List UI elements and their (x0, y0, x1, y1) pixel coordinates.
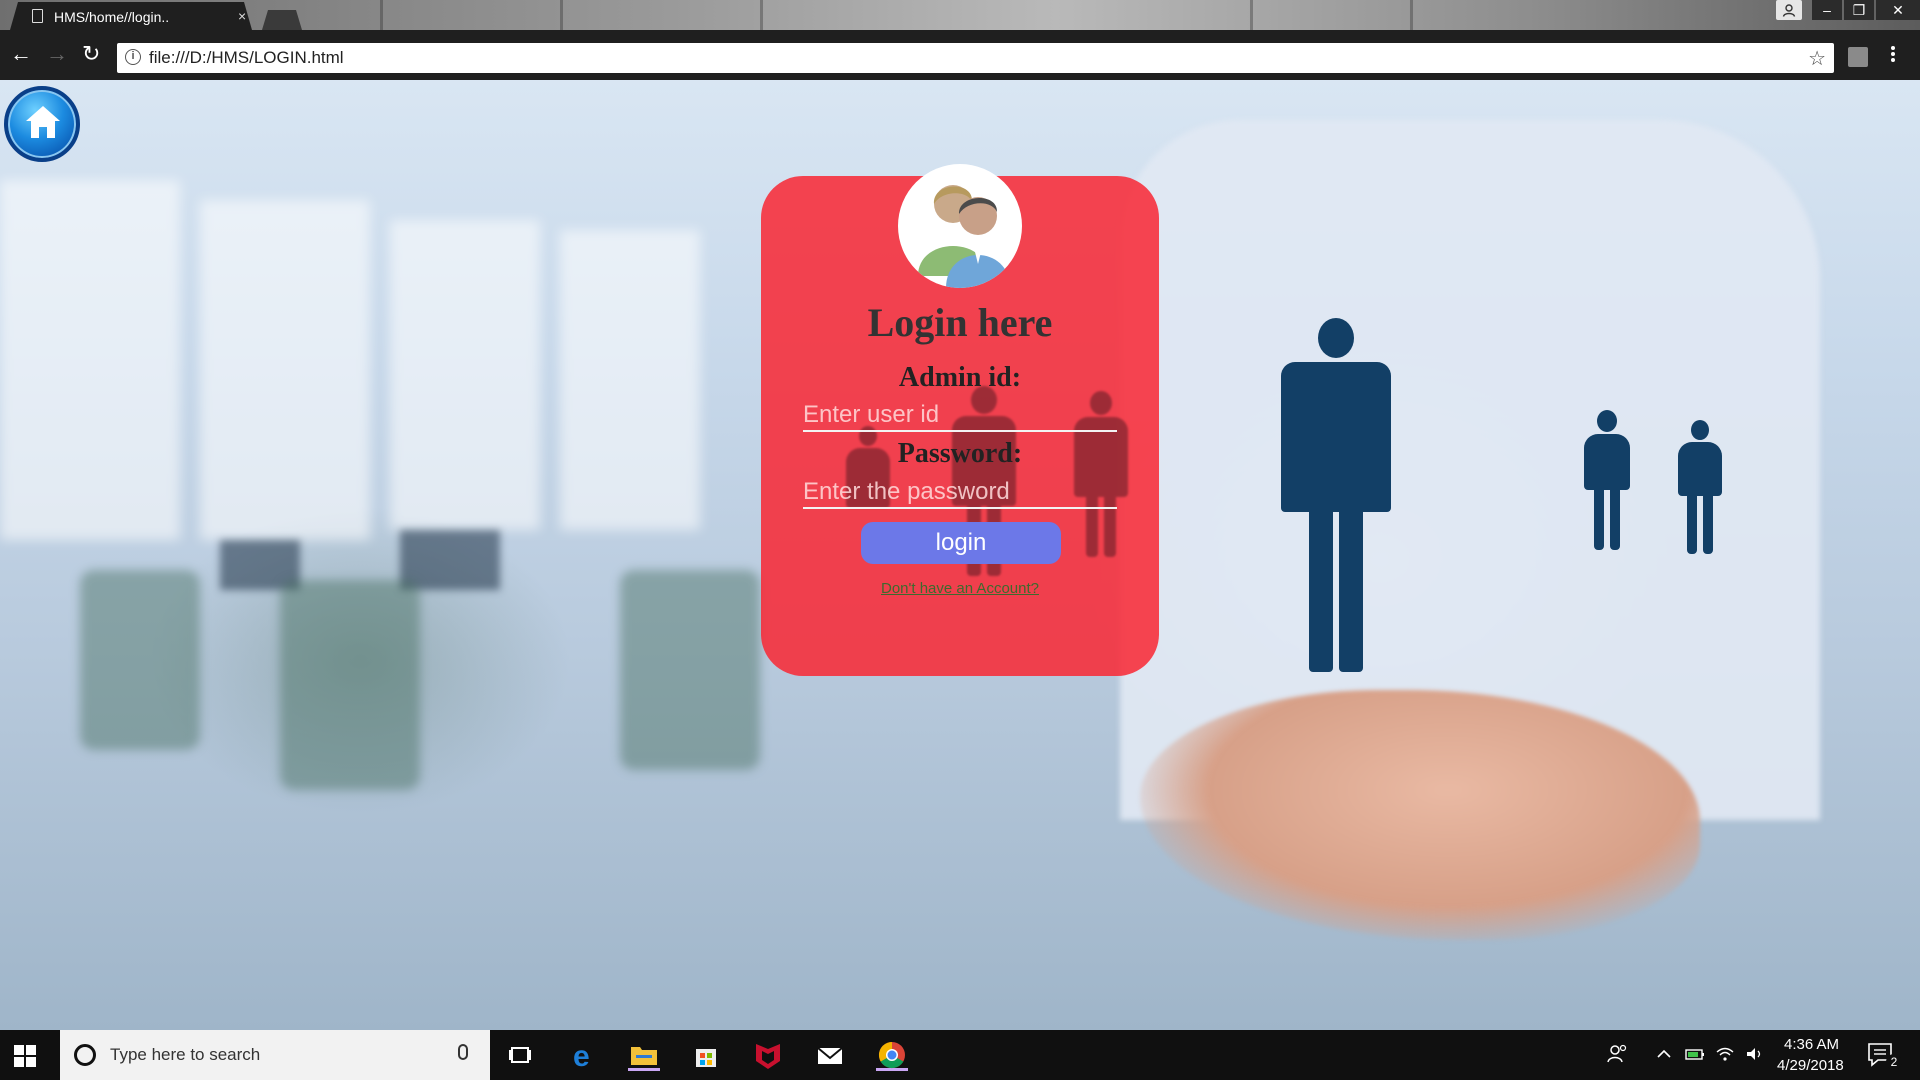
wifi-icon[interactable] (1714, 1044, 1746, 1076)
admin-id-label: Admin id: (898, 362, 1022, 393)
forward-arrow-icon[interactable]: → (46, 41, 68, 67)
page-icon (32, 9, 43, 23)
bookmark-star-icon[interactable]: ☆ (1808, 46, 1826, 71)
background-chair (620, 570, 760, 770)
tab-close-icon[interactable]: × (238, 8, 246, 24)
new-tab-button[interactable] (262, 10, 302, 30)
microphone-icon[interactable] (458, 1044, 468, 1060)
file-explorer-icon[interactable] (628, 1039, 660, 1071)
background-window (560, 230, 700, 530)
user-id-input[interactable] (803, 400, 1117, 432)
person-figure-icon (1276, 318, 1396, 672)
taskbar-search[interactable]: Type here to search (60, 1030, 490, 1080)
notification-count: 2 (1886, 1054, 1902, 1070)
windows-start-icon[interactable] (14, 1045, 36, 1067)
background-decoration (760, 0, 763, 30)
close-window-button[interactable]: ✕ (1876, 0, 1920, 20)
minimize-button[interactable]: – (1812, 0, 1842, 20)
background-decoration (380, 0, 383, 30)
extension-icon[interactable] (1848, 47, 1868, 67)
login-title: Login here (867, 300, 1053, 345)
person-figure-icon (1582, 410, 1632, 550)
profile-icon[interactable] (1776, 0, 1802, 20)
mail-icon[interactable] (814, 1039, 846, 1071)
background-decoration (1410, 0, 1413, 30)
background-chair (280, 580, 420, 790)
login-button[interactable]: login (861, 522, 1061, 564)
users-avatar-icon (898, 164, 1022, 288)
people-icon[interactable] (1606, 1042, 1638, 1074)
background-window (390, 220, 540, 530)
background-decoration (560, 0, 563, 30)
browser-toolbar: ← → ↻ i file:///D:/HMS/LOGIN.html ☆ (0, 30, 1920, 80)
address-bar[interactable]: i file:///D:/HMS/LOGIN.html ☆ (117, 43, 1834, 73)
address-url[interactable]: file:///D:/HMS/LOGIN.html (149, 48, 344, 68)
window-controls: – ❐ ✕ (1774, 0, 1920, 22)
browser-menu-icon[interactable] (1890, 44, 1896, 68)
browser-tab[interactable]: HMS/home//login.. × (10, 2, 252, 30)
volume-icon[interactable] (1744, 1044, 1776, 1076)
reload-icon[interactable]: ↻ (82, 41, 100, 67)
search-placeholder: Type here to search (110, 1045, 261, 1064)
maximize-button[interactable]: ❐ (1844, 0, 1874, 20)
svg-text:e: e (573, 1040, 590, 1071)
login-card: Login here Admin id: Password: login Don… (761, 164, 1159, 676)
chrome-icon[interactable] (876, 1039, 908, 1071)
action-center-icon[interactable]: 2 (1866, 1040, 1902, 1072)
password-label: Password: (897, 438, 1023, 469)
page-background: Login here Admin id: Password: login Don… (0, 80, 1920, 1030)
clock-time[interactable]: 4:36 AM (1784, 1036, 1839, 1053)
background-monitor (400, 530, 500, 590)
tab-title: HMS/home//login.. (54, 9, 170, 25)
home-icon (26, 106, 60, 138)
clock-date[interactable]: 4/29/2018 (1777, 1057, 1844, 1074)
person-figure-icon (1676, 420, 1724, 554)
task-view-icon[interactable] (504, 1039, 536, 1071)
edge-icon[interactable]: e (568, 1039, 600, 1073)
password-input[interactable] (803, 477, 1117, 509)
cortana-icon[interactable] (74, 1044, 96, 1066)
store-icon[interactable] (690, 1039, 722, 1071)
info-icon[interactable]: i (125, 49, 141, 65)
background-window (200, 200, 370, 540)
back-arrow-icon[interactable]: ← (10, 41, 32, 67)
mcafee-icon[interactable] (752, 1039, 784, 1071)
background-chair (80, 570, 200, 750)
background-window (0, 180, 180, 540)
home-button[interactable] (4, 86, 80, 162)
tab-strip: HMS/home//login.. × – ❐ ✕ (0, 0, 1920, 30)
chevron-up-icon[interactable] (1654, 1044, 1686, 1076)
battery-icon[interactable] (1684, 1044, 1716, 1076)
taskbar: Type here to search e 4:36 AM 4/29/2018 … (0, 1030, 1920, 1080)
background-decoration (1250, 0, 1253, 30)
signup-link[interactable]: Don't have an Account? (761, 580, 1159, 597)
